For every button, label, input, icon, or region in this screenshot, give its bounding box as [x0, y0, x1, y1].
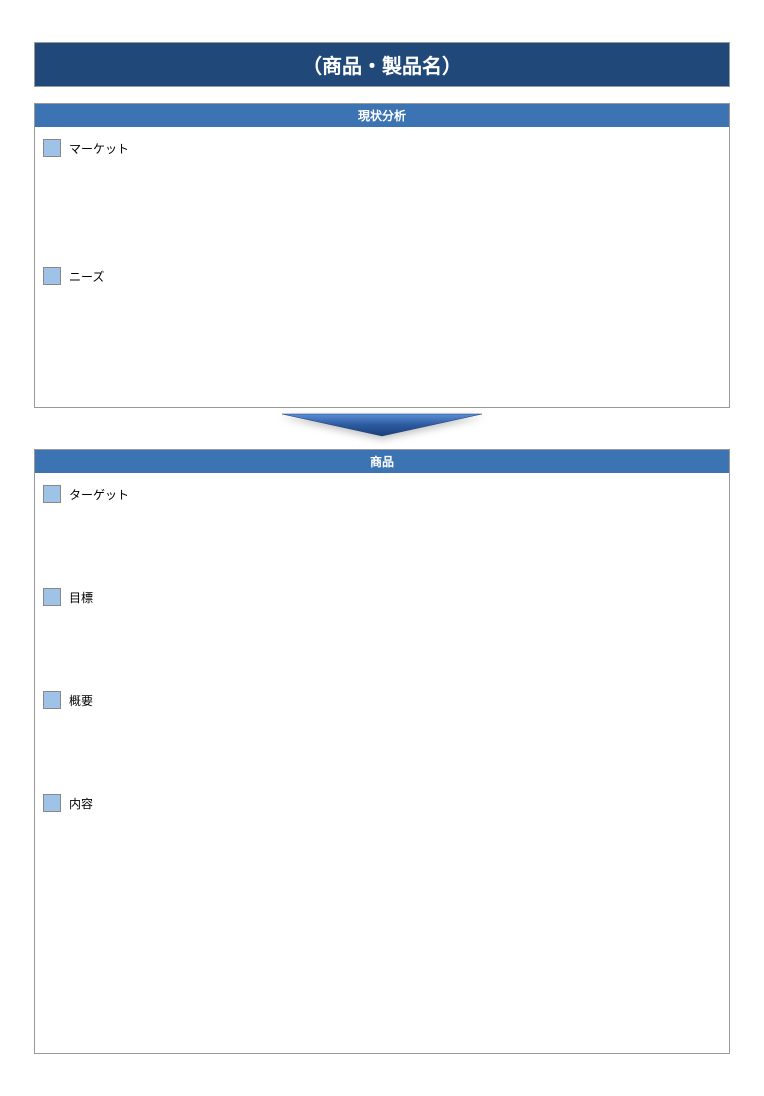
bullet-icon	[43, 267, 61, 285]
item-label: 内容	[69, 795, 93, 812]
arrow-down-icon	[34, 408, 730, 449]
section-current-analysis: 現状分析 マーケット ニーズ	[34, 103, 730, 408]
bullet-icon	[43, 588, 61, 606]
list-item: 内容	[43, 794, 721, 812]
bullet-icon	[43, 485, 61, 503]
bullet-icon	[43, 139, 61, 157]
list-item: ニーズ	[43, 267, 721, 285]
item-label: ターゲット	[69, 486, 129, 503]
page-title: （商品・製品名）	[34, 42, 730, 87]
section-header: 商品	[35, 450, 729, 473]
section-body: マーケット ニーズ	[35, 127, 729, 407]
bullet-icon	[43, 691, 61, 709]
section-body: ターゲット 目標 概要 内容	[35, 473, 729, 1053]
list-item: ターゲット	[43, 485, 721, 503]
list-item: 概要	[43, 691, 721, 709]
section-header: 現状分析	[35, 104, 729, 127]
item-label: 目標	[69, 589, 93, 606]
item-label: 概要	[69, 692, 93, 709]
list-item: マーケット	[43, 139, 721, 157]
item-label: ニーズ	[69, 268, 104, 285]
item-label: マーケット	[69, 140, 129, 157]
section-product: 商品 ターゲット 目標 概要 内容	[34, 449, 730, 1054]
list-item: 目標	[43, 588, 721, 606]
bullet-icon	[43, 794, 61, 812]
